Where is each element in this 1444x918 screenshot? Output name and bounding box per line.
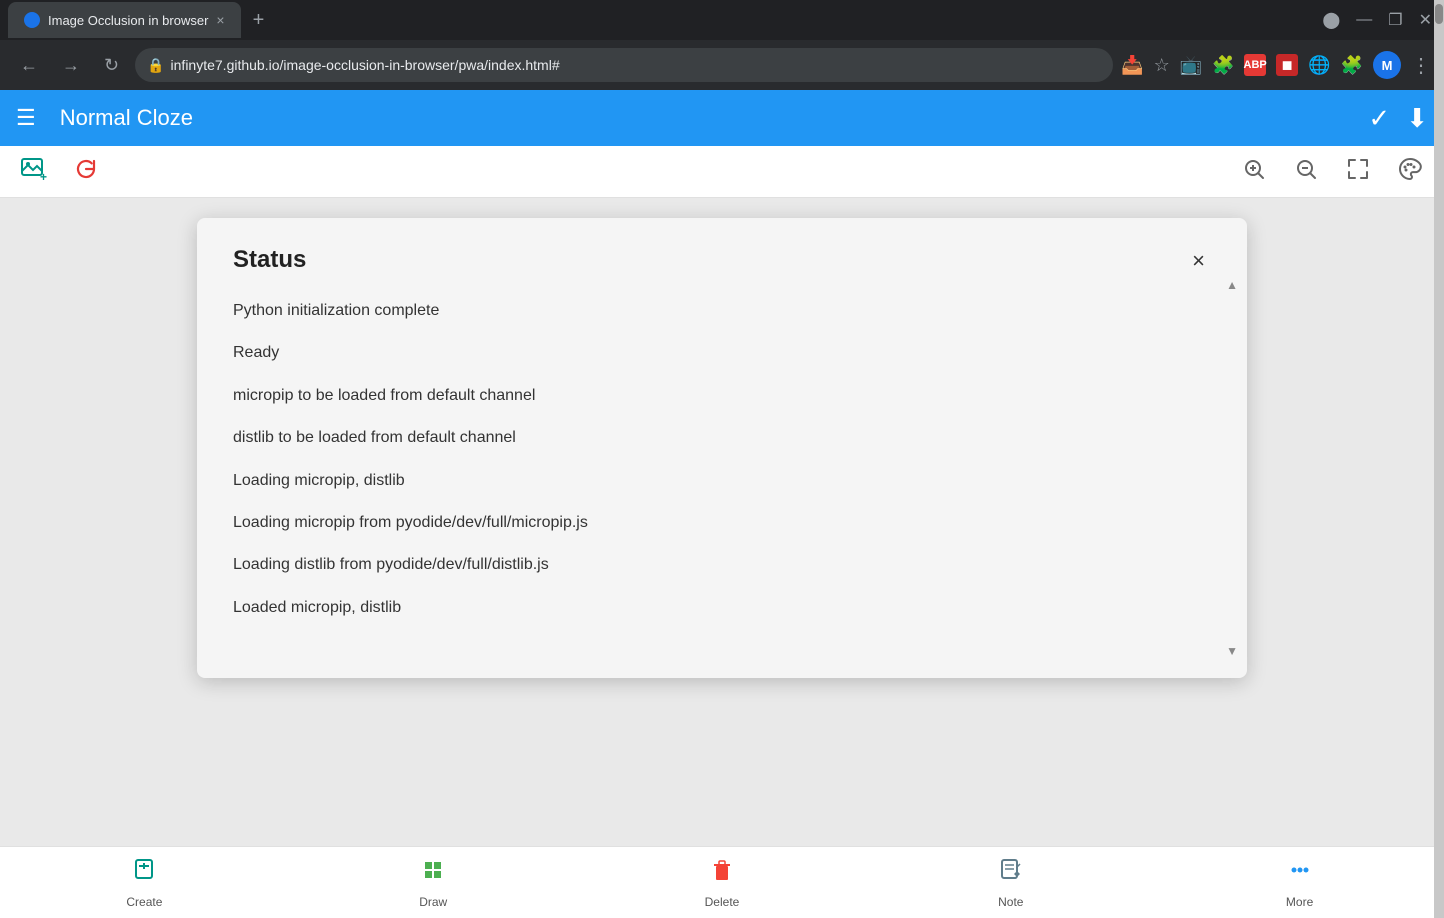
tab-favicon	[24, 12, 40, 28]
nav-item-create[interactable]: Create	[0, 847, 289, 918]
refresh-canvas-button[interactable]	[64, 147, 108, 197]
more-icon	[1286, 856, 1314, 891]
status-item-0: Python initialization complete	[233, 300, 1211, 322]
scrollbar-thumb[interactable]	[1435, 4, 1443, 24]
menu-dots-icon[interactable]: ⋮	[1411, 53, 1432, 78]
delete-icon	[708, 856, 736, 891]
check-action-icon[interactable]: ✓	[1368, 103, 1390, 134]
nav-delete-label: Delete	[705, 895, 740, 909]
note-icon	[997, 856, 1025, 891]
status-items-list: Python initialization complete Ready mic…	[233, 300, 1211, 619]
tab-bar: Image Occlusion in browser × +	[8, 2, 1310, 38]
nav-item-delete[interactable]: Delete	[578, 847, 867, 918]
scroll-up-arrow[interactable]: ▲	[1226, 278, 1238, 292]
svg-text:+: +	[40, 170, 47, 183]
app-title: Normal Cloze	[60, 105, 1369, 131]
cast-icon[interactable]: 📥	[1121, 55, 1143, 76]
status-item-6: Loading distlib from pyodide/dev/full/di…	[233, 554, 1211, 576]
address-bar[interactable]: 🔒 infinyte7.github.io/image-occlusion-in…	[135, 48, 1113, 82]
nav-item-note[interactable]: Note	[866, 847, 1155, 918]
tab-close-button[interactable]: ×	[216, 12, 224, 28]
status-item-1: Ready	[233, 342, 1211, 364]
profile-avatar[interactable]: M	[1373, 51, 1401, 79]
palette-icon	[1398, 157, 1422, 181]
back-button[interactable]: ←	[12, 51, 46, 80]
refresh-icon	[72, 155, 100, 183]
zoom-in-button[interactable]	[1232, 151, 1276, 193]
secure-lock-icon: 🔒	[147, 57, 164, 74]
dialog-title: Status	[233, 246, 306, 274]
nav-more-label: More	[1286, 895, 1313, 909]
bottom-nav: Create Draw Delete	[0, 846, 1444, 918]
bookmark-icon[interactable]: ☆	[1154, 55, 1170, 76]
window-scrollbar[interactable]	[1434, 0, 1444, 918]
nav-draw-label: Draw	[419, 895, 447, 909]
ext-abp-icon[interactable]: ABP	[1244, 54, 1266, 76]
status-item-7: Loaded micropip, distlib	[233, 597, 1211, 619]
browser-toolbar-icons: 📥 ☆ 📺 🧩 ABP ■ 🌐 🧩 M ⋮	[1121, 51, 1432, 79]
header-actions: ✓ ⬇	[1368, 103, 1428, 134]
ext-puzzle-icon[interactable]: 🧩	[1341, 55, 1363, 76]
zoom-out-button[interactable]	[1284, 151, 1328, 193]
dialog-header: Status ×	[233, 246, 1211, 276]
draw-icon	[419, 856, 447, 891]
window-controls: ⬤ — ❐ ✕	[1318, 6, 1436, 34]
ext-red-icon[interactable]: ■	[1276, 54, 1298, 76]
dialog-scrollbar[interactable]: ▲ ▼	[1227, 278, 1237, 658]
create-icon	[130, 856, 158, 891]
app-header: ☰ Normal Cloze ✓ ⬇	[0, 90, 1444, 146]
zoom-out-icon	[1294, 157, 1318, 181]
fullscreen-icon	[1346, 157, 1370, 181]
download-action-icon[interactable]: ⬇	[1406, 103, 1428, 134]
close-button[interactable]: ✕	[1415, 6, 1436, 34]
status-item-4: Loading micropip, distlib	[233, 470, 1211, 492]
dialog-close-button[interactable]: ×	[1186, 246, 1211, 276]
scroll-down-arrow[interactable]: ▼	[1226, 644, 1238, 658]
toolbar-row: +	[0, 146, 1444, 198]
hamburger-menu-icon[interactable]: ☰	[16, 105, 36, 131]
cast-tab-icon[interactable]: 📺	[1180, 55, 1202, 76]
zoom-in-icon	[1242, 157, 1266, 181]
nav-note-label: Note	[998, 895, 1023, 909]
new-tab-button[interactable]: +	[245, 5, 273, 36]
status-dialog: Status × Python initialization complete …	[197, 218, 1247, 678]
minimize-button[interactable]: —	[1352, 7, 1376, 33]
forward-button[interactable]: →	[54, 51, 88, 80]
browser-chrome: Image Occlusion in browser × + ⬤ — ❐ ✕	[0, 0, 1444, 40]
status-item-5: Loading micropip from pyodide/dev/full/m…	[233, 512, 1211, 534]
status-item-3: distlib to be loaded from default channe…	[233, 427, 1211, 449]
nav-item-draw[interactable]: Draw	[289, 847, 578, 918]
address-bar-row: ← → ↻ 🔒 infinyte7.github.io/image-occlus…	[0, 40, 1444, 90]
tab-title: Image Occlusion in browser	[48, 13, 208, 28]
add-image-icon: +	[20, 155, 48, 183]
palette-button[interactable]	[1388, 151, 1432, 193]
refresh-button[interactable]: ↻	[96, 51, 127, 80]
download-status-icon: ⬤	[1318, 6, 1344, 34]
main-content: Status × Python initialization complete …	[0, 198, 1444, 846]
status-item-2: micropip to be loaded from default chann…	[233, 385, 1211, 407]
add-image-button[interactable]: +	[12, 147, 56, 197]
fullscreen-button[interactable]	[1336, 151, 1380, 193]
active-tab[interactable]: Image Occlusion in browser ×	[8, 2, 241, 38]
ext-translate-icon[interactable]: 🌐	[1308, 55, 1330, 76]
maximize-button[interactable]: ❐	[1384, 6, 1406, 34]
url-text: infinyte7.github.io/image-occlusion-in-b…	[171, 57, 560, 73]
nav-create-label: Create	[126, 895, 162, 909]
nav-item-more[interactable]: More	[1155, 847, 1444, 918]
ext-icon-1[interactable]: 🧩	[1212, 54, 1234, 76]
